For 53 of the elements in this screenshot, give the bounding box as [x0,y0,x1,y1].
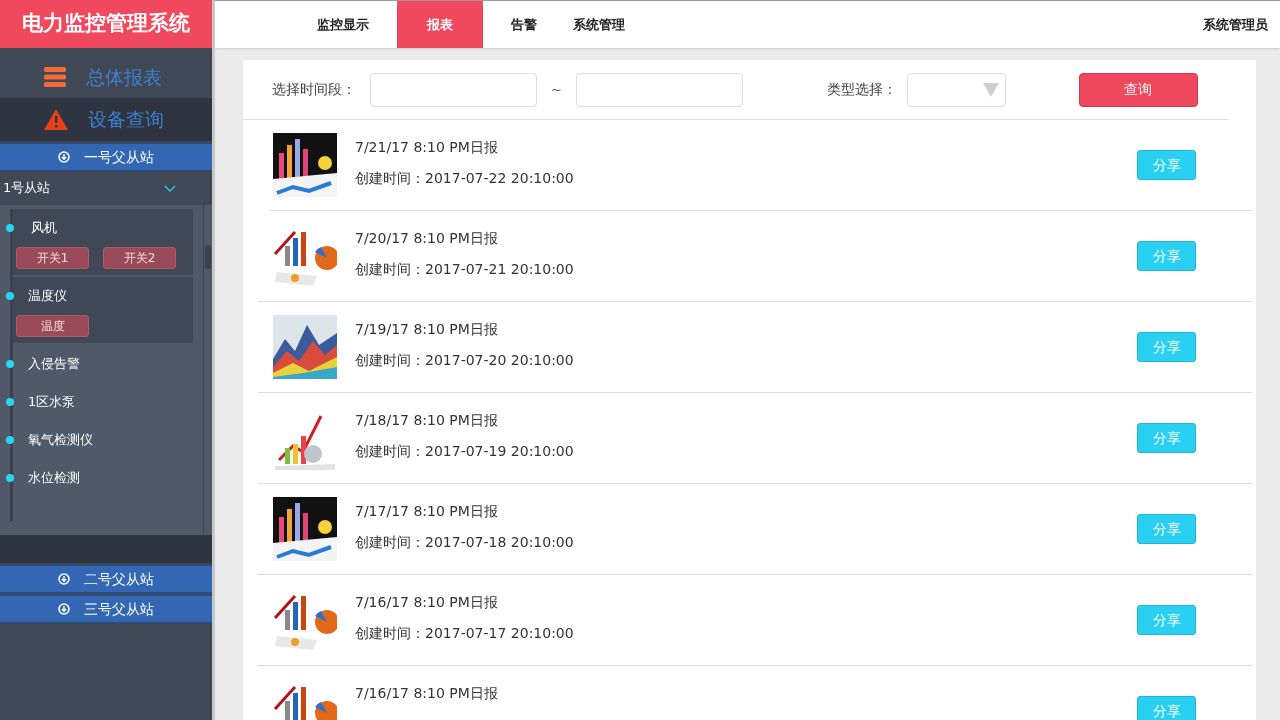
created-time: 创建时间：2017-07-20 20:10:00 [355,351,575,370]
device-name: 风机 [31,219,57,238]
bullet-icon [6,474,14,482]
download-icon [58,573,70,585]
created-time: 创建时间：2017-07-19 20:10:00 [355,442,575,461]
chevron-down-icon [164,184,176,192]
device-name: 氧气检测仪 [28,431,93,450]
report-title[interactable]: 7/17/17 8:10 PM日报 [355,501,1137,522]
end-date-field[interactable] [575,72,743,107]
device-name: 1区水泵 [28,393,76,412]
created-time: 创建时间：2017-07-22 20:10:00 [355,169,575,188]
bullet-icon [6,436,14,444]
report-title[interactable]: 7/16/17 8:10 PM日报 [355,683,1137,704]
nav-tab[interactable]: 监控显示 [305,1,381,48]
warning-icon [44,109,68,130]
bullet-icon [6,360,14,368]
report-title[interactable]: 7/21/17 8:10 PM日报 [355,137,1137,158]
report-title[interactable]: 7/16/17 8:10 PM日报 [355,592,1137,613]
menu-item[interactable]: 设备查询 [0,98,212,141]
stack-icon [44,67,66,87]
report-title[interactable]: 7/18/17 8:10 PM日报 [355,410,1137,431]
report-title[interactable]: 7/19/17 8:10 PM日报 [355,319,1137,340]
query-button[interactable]: 查询 [1078,72,1198,107]
nav-tab[interactable]: 报表 [397,1,483,48]
type-select[interactable] [906,72,1006,107]
station-header[interactable]: 一号父从站 [0,143,212,171]
range-separator: ~ [551,80,562,99]
nav-tab[interactable]: 系统管理 [561,1,637,48]
device-name: 水位检测 [28,469,80,488]
station-header[interactable]: 二号父从站 [0,565,212,593]
download-icon [58,151,70,163]
device-button[interactable]: 开关2 [103,247,176,269]
scrollbar[interactable] [203,205,212,535]
nav-tab[interactable]: 告警 [499,1,549,48]
bullet-icon [6,224,14,232]
bullet-icon [6,292,14,300]
type-label: 类型选择： [826,80,897,99]
device-name: 温度仪 [28,287,67,306]
user-name[interactable]: 系统管理员 [1203,14,1268,35]
period-label: 选择时间段： [272,80,356,99]
created-time: 创建时间：2017-07-18 20:10:00 [355,533,575,552]
start-date-field[interactable] [370,72,537,107]
bullet-icon [6,398,14,406]
device-button[interactable]: 开关1 [16,247,89,269]
app-title: 电力监控管理系统 [0,0,212,48]
created-time: 创建时间：2017-07-21 20:10:00 [355,260,575,279]
download-icon [58,603,70,615]
created-time: 创建时间：2017-07-17 20:10:00 [355,624,575,643]
report-title[interactable]: 7/20/17 8:10 PM日报 [355,228,1137,249]
device-button[interactable]: 温度 [16,315,89,337]
triangle-down-icon [982,82,999,97]
device-name: 入侵告警 [28,355,80,374]
station-header[interactable]: 三号父从站 [0,595,212,623]
